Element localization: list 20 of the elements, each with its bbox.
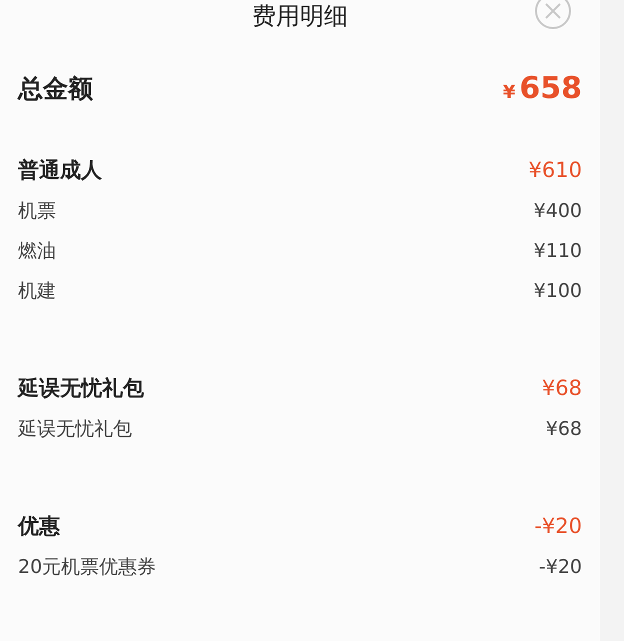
close-icon[interactable] (534, 0, 572, 30)
fee-amount: ¥110 (534, 238, 582, 264)
total-label: 总金额 (18, 72, 93, 105)
fee-label: 延误无忧礼包 (18, 416, 132, 442)
fee-amount: ¥400 (534, 198, 582, 224)
fee-amount: ¥68 (546, 416, 582, 442)
fee-label: 燃油 (18, 238, 56, 264)
section-amount: ¥68 (542, 375, 582, 402)
section-amount: -¥20 (534, 513, 582, 540)
fee-amount: -¥20 (538, 554, 582, 580)
section-title: 优惠 (18, 513, 60, 540)
fee-label: 20元机票优惠券 (18, 554, 156, 580)
fee-label: 机建 (18, 278, 56, 304)
total-amount: ¥658 (502, 70, 582, 108)
section-amount: ¥610 (528, 157, 582, 184)
section-title: 延误无忧礼包 (18, 375, 144, 402)
fee-amount: ¥100 (534, 278, 582, 304)
sheet-title: 费用明细 (252, 1, 348, 31)
section-title: 普通成人 (18, 157, 102, 184)
fee-label: 机票 (18, 198, 56, 224)
